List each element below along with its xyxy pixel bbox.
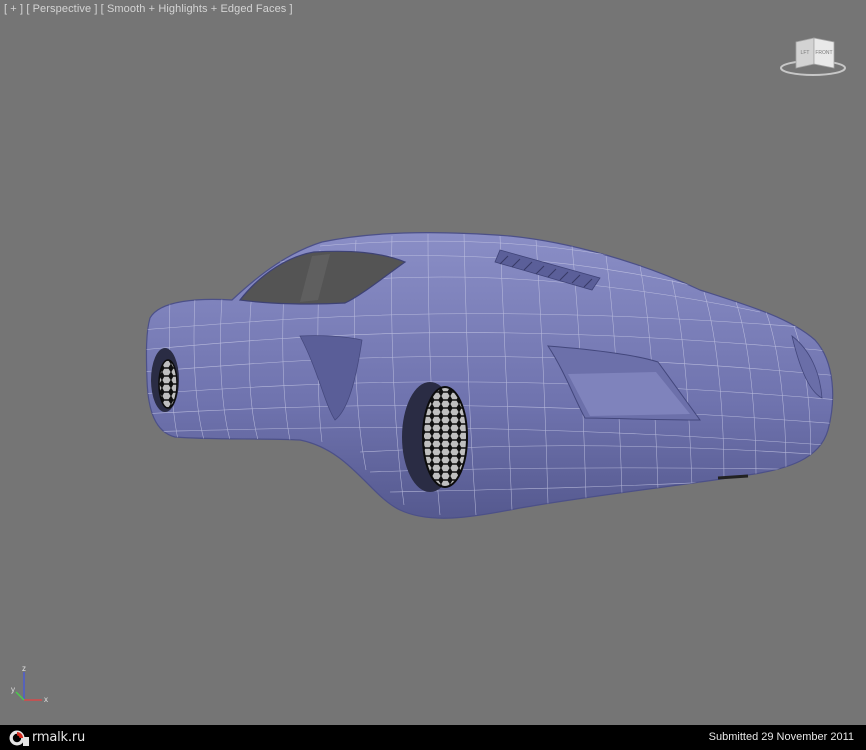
x-axis-label: x [44, 695, 48, 704]
front-wheel [151, 348, 179, 412]
rear-wheel [402, 382, 468, 492]
y-axis-line [15, 691, 25, 701]
logo-text: rmalk.ru [32, 730, 86, 745]
car-underbody-shadow [717, 474, 749, 480]
perspective-viewport[interactable]: [ + ] [ Perspective ] [ Smooth + Highlig… [0, 0, 866, 725]
y-axis-label: y [11, 685, 15, 694]
site-logo[interactable]: rmalk.ru [8, 728, 85, 747]
z-axis-label: z [22, 664, 26, 673]
car-model[interactable] [0, 0, 866, 725]
axis-gizmo: z y x [11, 664, 48, 704]
logo-mark-icon [9, 730, 29, 746]
footer-bar: rmalk.ru Submitted 29 November 2011 [0, 725, 866, 750]
submitted-date: Submitted 29 November 2011 [708, 731, 854, 743]
